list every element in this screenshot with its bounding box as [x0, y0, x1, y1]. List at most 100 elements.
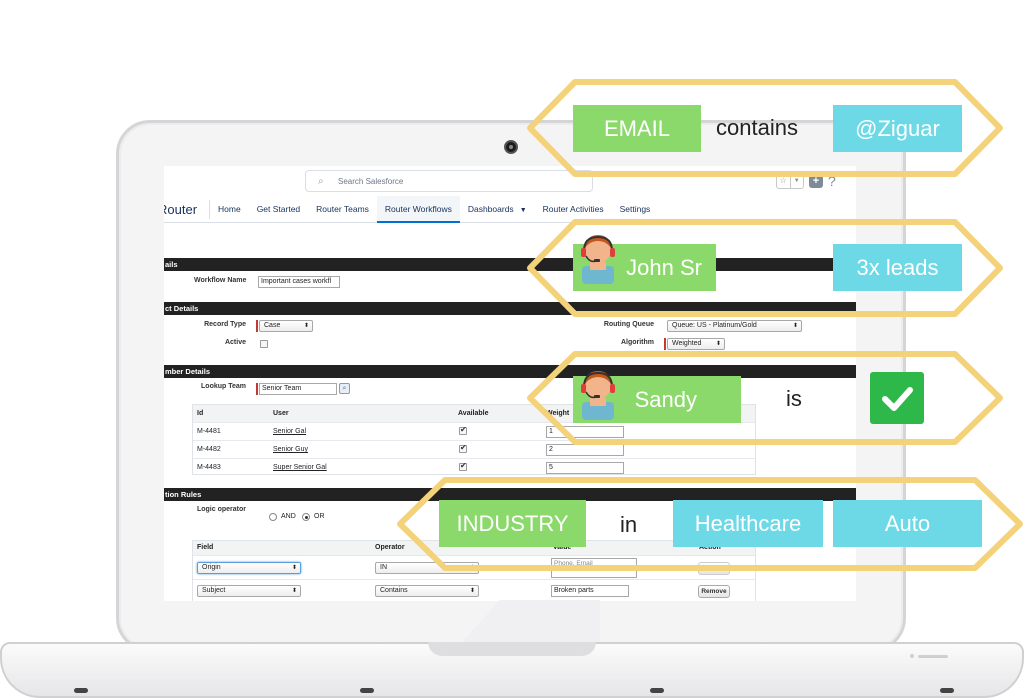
member-user-link[interactable]: Senior Gal — [273, 423, 306, 441]
nav-tabs: Home Get Started Router Teams Router Workfl… — [210, 196, 658, 223]
workflow-name-input[interactable]: Important cases workfl — [258, 276, 340, 288]
record-type-select[interactable]: Case ⬍ — [259, 320, 313, 332]
rule-value-input[interactable]: Broken parts — [551, 585, 629, 597]
radio-and[interactable] — [269, 513, 277, 521]
active-label: Active — [224, 339, 246, 346]
app-navigation: Router Home Get Started Router Teams Router… — [164, 196, 856, 223]
required-marker — [256, 320, 258, 332]
nav-tab-router-workflows[interactable]: Router Workflows — [376, 196, 460, 223]
nav-tab-home[interactable]: Home — [210, 196, 249, 223]
lookup-search-icon[interactable]: ⌕ — [339, 383, 350, 394]
checkmark-glyph — [882, 387, 913, 411]
search-icon: ⌕ — [318, 176, 324, 187]
global-search[interactable]: ⌕ — [305, 170, 593, 192]
algorithm-select[interactable]: Weighted ⬍ — [667, 338, 725, 350]
column-header: Available — [458, 410, 489, 417]
search-input[interactable] — [338, 174, 578, 189]
required-marker — [256, 383, 258, 395]
nav-tab-label: Get Started — [256, 204, 301, 214]
laptop-foot — [940, 688, 954, 693]
weight-input[interactable]: 5 — [546, 462, 624, 474]
rule-operator-select[interactable]: IN ⬍ — [375, 562, 479, 574]
rule-field-select[interactable]: Subject ⬍ — [197, 585, 301, 597]
laptop-foot — [360, 688, 374, 693]
routing-queue-value: Queue: US - Platinum/Gold — [672, 322, 757, 329]
laptop-foot — [74, 688, 88, 693]
table-row: Origin ⬍ IN ⬍ Phone, Email Remove — [193, 555, 755, 579]
member-id: M-4481 — [197, 428, 221, 435]
rule-operator-value: Contains — [380, 587, 408, 594]
member-user-link[interactable]: Senior Guy — [273, 441, 308, 459]
rule-operator-value: IN — [380, 564, 387, 571]
table-row: M-4481 Senior Gal 1 — [193, 422, 755, 440]
nav-tab-settings[interactable]: Settings — [612, 196, 659, 223]
select-arrows-icon: ⬍ — [291, 565, 297, 571]
remove-rule-button[interactable]: Remove — [698, 562, 730, 575]
nav-tab-router-teams[interactable]: Router Teams — [308, 196, 377, 223]
header-actions: ☆ ▼ + ? — [776, 173, 836, 189]
person-avatar-icon — [581, 235, 615, 284]
callout-in-operator: in — [620, 512, 638, 537]
callout-ziguar-value: @Ziguar — [833, 105, 962, 152]
member-id: M-4483 — [197, 464, 221, 471]
radio-and-label: AND — [281, 513, 296, 520]
weight-input[interactable]: 2 — [546, 444, 624, 456]
select-arrows-icon: ⬍ — [469, 588, 475, 594]
select-arrows-icon: ⬍ — [715, 341, 721, 347]
rule-field-select[interactable]: Origin ⬍ — [197, 562, 301, 574]
nav-tab-router-activities[interactable]: Router Activities — [535, 196, 612, 223]
algorithm-label: Algorithm — [620, 339, 654, 346]
nav-tab-dashboards[interactable]: Dashboards ▼ — [460, 196, 535, 223]
callout-healthcare-value: Healthcare — [673, 500, 823, 547]
power-indicator — [910, 654, 914, 658]
remove-rule-button[interactable]: Remove — [698, 585, 730, 598]
available-checkbox[interactable] — [459, 443, 467, 453]
callout-email-field: EMAIL — [573, 105, 701, 152]
column-header: Field — [197, 544, 214, 551]
check-icon — [870, 372, 924, 424]
camera-icon — [504, 140, 518, 154]
available-checkbox[interactable] — [459, 425, 467, 435]
routing-queue-label: Routing Queue — [603, 321, 654, 328]
chevron-down-icon: ▼ — [789, 174, 804, 188]
column-header: Weight — [546, 410, 570, 417]
nav-tab-label: Dashboards — [467, 204, 514, 214]
active-checkbox[interactable] — [260, 340, 268, 348]
rule-value-textarea[interactable]: Phone, Email — [551, 558, 637, 578]
logic-operator-label: Logic operator — [196, 506, 246, 513]
required-marker — [664, 338, 666, 350]
rule-field-value: Subject — [202, 587, 226, 594]
rule-operator-select[interactable]: Contains ⬍ — [375, 585, 479, 597]
column-header: Operator — [375, 544, 405, 551]
callout-auto-value: Auto — [833, 500, 982, 547]
nav-tab-label: Home — [218, 204, 241, 214]
radio-or[interactable] — [302, 513, 310, 521]
person-avatar-icon — [581, 371, 615, 420]
help-icon[interactable]: ? — [828, 174, 836, 188]
member-user-link[interactable]: Super Senior Gal — [273, 459, 327, 477]
record-type-label: Record Type — [204, 321, 246, 328]
section-header-details: ails — [164, 258, 856, 271]
callout-leads-value: 3x leads — [833, 244, 962, 291]
nav-tab-label: Router Activities — [542, 204, 604, 214]
radio-or-label: OR — [314, 513, 325, 520]
callout-contains-operator: contains — [716, 115, 798, 140]
nav-tab-label: Router Workflows — [384, 204, 452, 214]
section-header-object-details: ct Details — [164, 302, 856, 315]
nav-tab-label: Settings — [619, 204, 651, 214]
select-arrows-icon: ⬍ — [792, 323, 798, 329]
routing-queue-select[interactable]: Queue: US - Platinum/Gold ⬍ — [667, 320, 802, 332]
rule-field-value: Origin — [202, 564, 221, 571]
laptop-notch — [428, 642, 596, 656]
nav-tab-get-started[interactable]: Get Started — [249, 196, 308, 223]
lookup-team-input[interactable]: Senior Team — [259, 383, 337, 395]
member-id: M-4482 — [197, 446, 221, 453]
nav-tab-label: Router Teams — [316, 204, 369, 214]
plus-icon: + — [812, 175, 820, 187]
available-checkbox[interactable] — [459, 461, 467, 471]
global-actions-button[interactable]: + — [809, 174, 823, 188]
callout-is-operator: is — [786, 386, 802, 411]
chevron-down-icon[interactable]: ▼ — [520, 207, 527, 214]
weight-input[interactable]: 1 — [546, 426, 624, 438]
favorites-button[interactable]: ☆ ▼ — [776, 173, 804, 189]
